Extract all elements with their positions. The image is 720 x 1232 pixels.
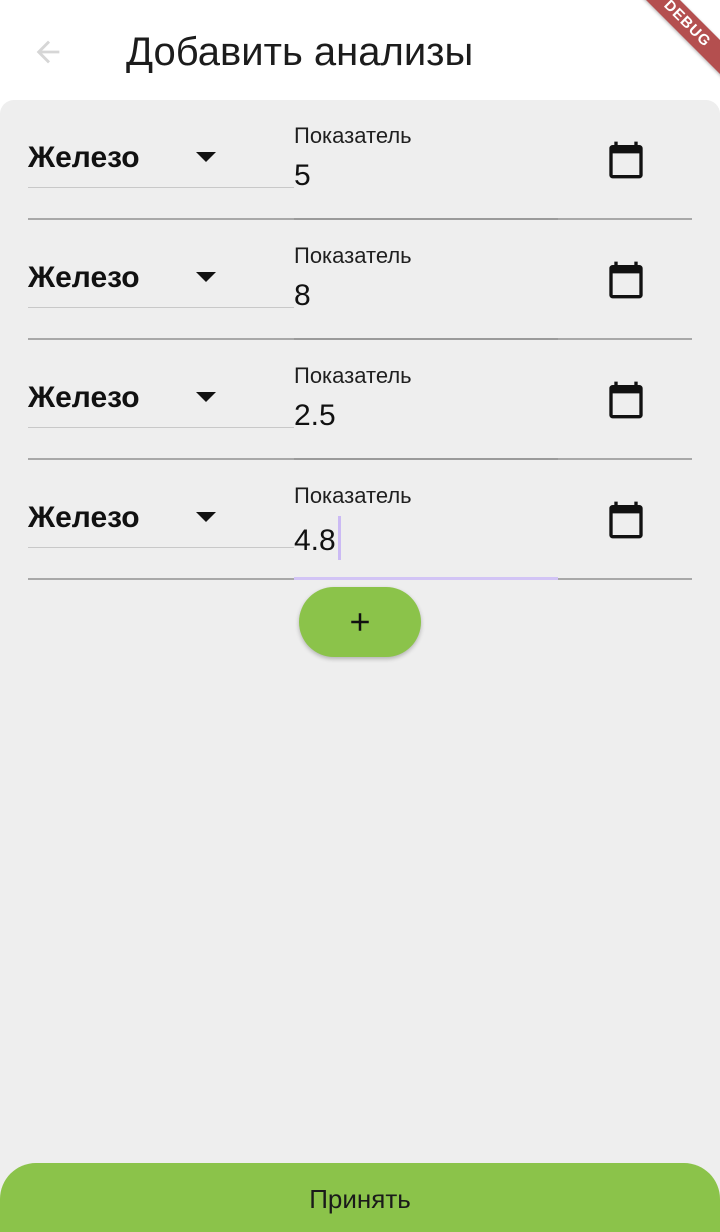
test-type-value: Железо xyxy=(28,381,140,414)
plus-icon xyxy=(351,613,369,631)
test-row: Железо Показатель 5 xyxy=(28,100,692,220)
test-row: Железо Показатель 4.8 xyxy=(28,460,692,580)
date-picker-button[interactable] xyxy=(602,256,650,304)
value-field[interactable]: Показатель 8 xyxy=(294,238,558,340)
dropdown-arrow-icon xyxy=(196,152,216,162)
dropdown-arrow-icon xyxy=(196,512,216,522)
test-type-value: Железо xyxy=(28,261,140,294)
dropdown-arrow-icon xyxy=(196,392,216,402)
calendar-icon xyxy=(609,261,643,299)
test-type-value: Железо xyxy=(28,141,140,174)
value-field[interactable]: Показатель 2.5 xyxy=(294,358,558,460)
value-field[interactable]: Показатель 4.8 xyxy=(294,478,558,580)
value-field-label: Показатель xyxy=(294,123,412,148)
add-row-button[interactable] xyxy=(299,587,421,657)
test-type-dropdown[interactable]: Железо xyxy=(28,126,294,188)
value-field-label: Показатель xyxy=(294,363,412,388)
test-type-dropdown[interactable]: Железо xyxy=(28,486,294,548)
date-picker-button[interactable] xyxy=(602,496,650,544)
value-field-label: Показатель xyxy=(294,483,412,508)
value-field-text: 4.8 xyxy=(294,524,336,557)
arrow-back-icon xyxy=(36,40,60,64)
test-type-dropdown[interactable]: Железо xyxy=(28,246,294,308)
calendar-icon xyxy=(609,141,643,179)
submit-button[interactable]: Принять xyxy=(0,1163,720,1232)
test-row: Железо Показатель 8 xyxy=(28,220,692,340)
test-row: Железо Показатель 2.5 xyxy=(28,340,692,460)
value-field-input[interactable]: 5 xyxy=(294,156,311,196)
calendar-icon xyxy=(609,501,643,539)
calendar-icon xyxy=(609,381,643,419)
text-cursor xyxy=(337,516,341,560)
test-type-dropdown[interactable]: Железо xyxy=(28,366,294,428)
date-picker-button[interactable] xyxy=(602,136,650,184)
field-underline xyxy=(294,577,558,580)
date-picker-button[interactable] xyxy=(602,376,650,424)
back-button[interactable] xyxy=(22,26,74,78)
value-field[interactable]: Показатель 5 xyxy=(294,118,558,220)
app-bar: Добавить анализы xyxy=(0,0,720,100)
page-title: Добавить анализы xyxy=(126,30,474,74)
value-field-input[interactable]: 4.8 xyxy=(294,516,341,561)
value-field-input[interactable]: 2.5 xyxy=(294,396,336,436)
test-type-value: Железо xyxy=(28,501,140,534)
add-tests-screen: Добавить анализы DEBUG Железо Показатель… xyxy=(0,0,720,1232)
dropdown-arrow-icon xyxy=(196,272,216,282)
tests-form: Железо Показатель 5 Железо Показатель 8 … xyxy=(0,100,720,1232)
value-field-label: Показатель xyxy=(294,243,412,268)
value-field-input[interactable]: 8 xyxy=(294,276,311,316)
